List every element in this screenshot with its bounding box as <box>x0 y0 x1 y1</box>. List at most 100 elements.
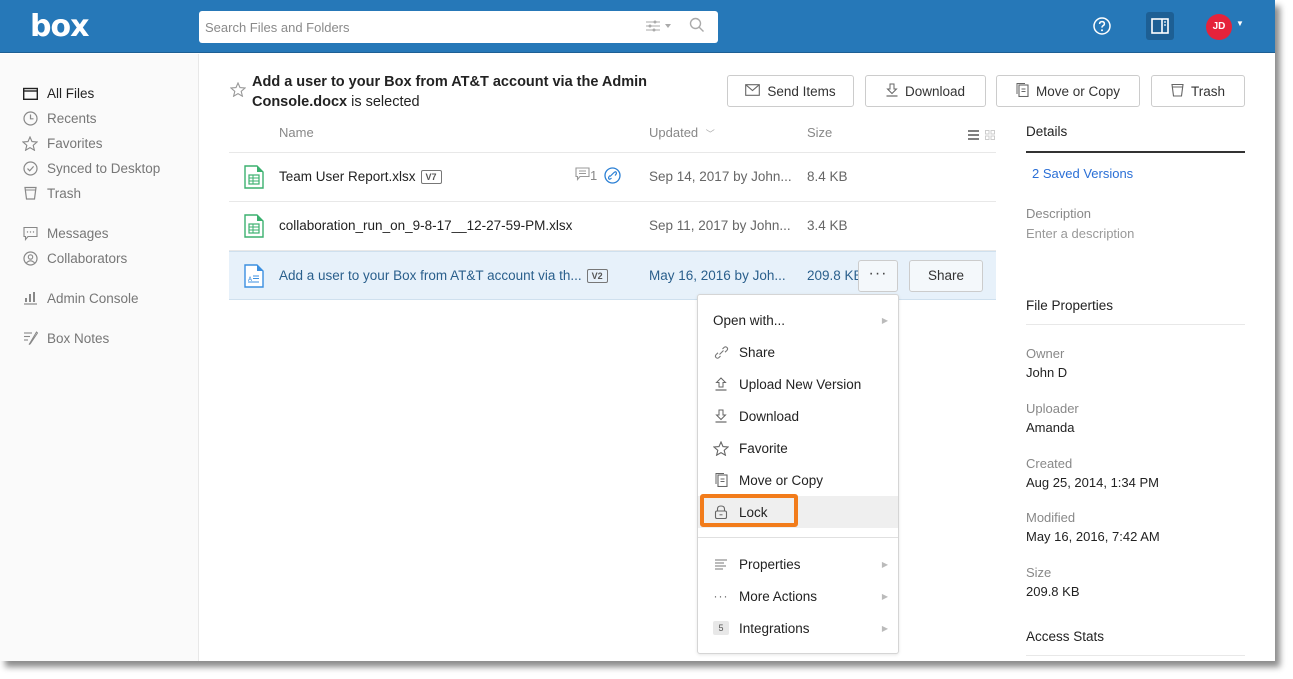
sidebar-item-all-files[interactable]: All Files <box>22 83 94 103</box>
saved-versions-link[interactable]: 2 Saved Versions <box>1032 166 1133 181</box>
sidebar-item-messages[interactable]: Messages <box>22 223 109 243</box>
chevron-down-icon[interactable]: ▼ <box>1236 19 1244 28</box>
column-header-size[interactable]: Size <box>807 125 832 140</box>
user-circle-icon <box>22 250 38 266</box>
sidebar-item-label: Trash <box>47 185 82 201</box>
file-size: 8.4 KB <box>807 169 848 184</box>
created-value: Aug 25, 2014, 1:34 PM <box>1026 475 1159 490</box>
search-input[interactable] <box>205 11 635 43</box>
list-view-icon[interactable] <box>968 127 979 144</box>
help-icon[interactable] <box>1092 16 1112 36</box>
selected-filename: Add a user to your Box from AT&T account… <box>252 74 648 110</box>
search-box[interactable] <box>199 11 718 43</box>
sidebar-item-label: Messages <box>47 225 109 241</box>
divider <box>1026 655 1245 656</box>
tab-details[interactable]: Details <box>1026 124 1067 139</box>
download-button[interactable]: Download <box>865 75 986 107</box>
menu-item-integrations[interactable]: 5 Integrations ▶ <box>698 612 898 644</box>
created-label: Created <box>1026 456 1073 471</box>
menu-item-upload-new-version[interactable]: Upload New Version <box>698 368 898 400</box>
selection-suffix: is selected <box>347 94 420 110</box>
sidebar-item-admin-console[interactable]: Admin Console <box>22 288 139 308</box>
sidebar-item-box-notes[interactable]: Box Notes <box>22 328 109 348</box>
uploader-value: Amanda <box>1026 420 1075 435</box>
table-row[interactable]: Team User Report.xlsx V7 1 Sep 14, 2017 b… <box>229 153 996 202</box>
menu-item-move-or-copy[interactable]: Move or Copy <box>698 464 898 496</box>
sidebar-toggle-icon[interactable] <box>1146 12 1174 40</box>
view-toggle <box>968 127 996 145</box>
menu-item-open-with[interactable]: Open with... ▶ <box>698 304 898 336</box>
file-properties-heading[interactable]: File Properties <box>1026 298 1113 313</box>
top-bar: box JD ▼ <box>0 0 1275 53</box>
lock-icon <box>713 504 729 520</box>
modified-value: May 16, 2016, 7:42 AM <box>1026 529 1160 544</box>
menu-item-properties[interactable]: Properties ▶ <box>698 548 898 580</box>
check-circle-icon <box>22 160 38 176</box>
send-items-button[interactable]: Send Items <box>727 75 854 107</box>
search-icon[interactable] <box>689 17 705 33</box>
file-updated: Sep 14, 2017 by John... <box>649 169 792 184</box>
spreadsheet-file-icon <box>244 214 264 243</box>
description-label: Description <box>1026 206 1092 221</box>
file-table: Team User Report.xlsx V7 1 Sep 14, 2017 b… <box>229 152 996 300</box>
version-badge[interactable]: V7 <box>420 170 442 184</box>
submenu-arrow-icon: ▶ <box>881 315 888 325</box>
sidebar-item-trash[interactable]: Trash <box>22 183 81 203</box>
comment-count[interactable]: 1 <box>575 167 597 184</box>
sidebar-item-label: Admin Console <box>47 290 139 306</box>
owner-value: John D <box>1026 365 1068 380</box>
menu-item-lock[interactable]: Lock <box>698 496 898 528</box>
spreadsheet-file-icon <box>244 165 264 194</box>
context-menu: Open with... ▶ Share Upload New Version … <box>697 294 899 654</box>
box-logo[interactable]: box <box>30 9 89 44</box>
tab-underline <box>1026 151 1245 153</box>
table-row-selected[interactable]: A Add a user to your Box from AT&T accou… <box>229 251 996 300</box>
file-size: 209.8 KB <box>807 268 863 283</box>
column-header-name[interactable]: Name <box>279 125 314 140</box>
search-filter-icon[interactable] <box>645 19 673 36</box>
table-row[interactable]: collaboration_run_on_9-8-17__12-27-59-PM… <box>229 202 996 251</box>
bar-chart-icon <box>22 290 38 306</box>
download-icon <box>713 408 729 424</box>
more-options-button[interactable]: ··· <box>858 260 898 292</box>
modified-label: Modified <box>1026 510 1076 525</box>
sidebar-item-favorites[interactable]: Favorites <box>22 133 103 153</box>
sidebar-item-synced[interactable]: Synced to Desktop <box>22 158 160 178</box>
sidebar-item-label: Recents <box>47 110 97 126</box>
menu-item-share[interactable]: Share <box>698 336 898 368</box>
link-icon <box>713 344 729 360</box>
user-avatar[interactable]: JD <box>1206 14 1232 40</box>
sidebar-item-label: Collaborators <box>47 250 128 266</box>
menu-item-download[interactable]: Download <box>698 400 898 432</box>
share-button[interactable]: Share <box>909 260 983 292</box>
submenu-arrow-icon: ▶ <box>881 623 888 633</box>
clock-icon <box>22 110 38 126</box>
document-file-icon: A <box>244 264 264 293</box>
menu-item-favorite[interactable]: Favorite <box>698 432 898 464</box>
comment-icon <box>575 167 590 184</box>
owner-label: Owner <box>1026 346 1065 361</box>
star-icon <box>713 440 729 456</box>
column-header-updated[interactable]: Updated ﹀ <box>649 125 715 140</box>
uploader-label: Uploader <box>1026 401 1079 416</box>
menu-item-more-actions[interactable]: ··· More Actions ▶ <box>698 580 898 612</box>
star-icon <box>22 135 38 151</box>
file-name[interactable]: collaboration_run_on_9-8-17__12-27-59-PM… <box>279 218 572 233</box>
sidebar-item-collaborators[interactable]: Collaborators <box>22 248 127 268</box>
sidebar-item-label: Box Notes <box>47 330 110 346</box>
sidebar-item-recents[interactable]: Recents <box>22 108 97 128</box>
access-stats-heading[interactable]: Access Stats <box>1026 629 1104 644</box>
version-badge[interactable]: V2 <box>586 269 608 283</box>
selection-title: Add a user to your Box from AT&T account… <box>252 72 672 112</box>
description-input[interactable]: Enter a description <box>1026 226 1134 241</box>
submenu-arrow-icon: ▶ <box>881 559 888 569</box>
file-updated: May 16, 2016 by Joh... <box>649 268 786 283</box>
file-size: 3.4 KB <box>807 218 848 233</box>
download-icon <box>886 83 898 100</box>
shared-link-icon[interactable] <box>604 167 621 189</box>
favorite-star-icon[interactable] <box>229 81 247 102</box>
grid-view-icon[interactable] <box>985 127 996 144</box>
sidebar-item-label: Favorites <box>47 135 103 151</box>
file-name[interactable]: Team User Report.xlsx V7 <box>279 169 442 184</box>
file-name[interactable]: Add a user to your Box from AT&T account… <box>279 268 608 283</box>
